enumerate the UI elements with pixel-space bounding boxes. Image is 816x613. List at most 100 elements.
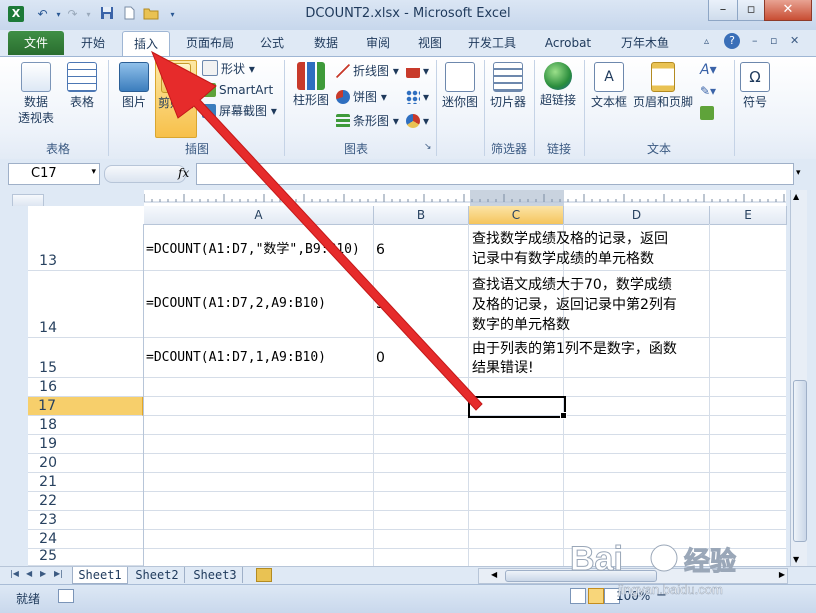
sparkline-button[interactable]: 迷你图	[440, 62, 480, 110]
column-header-c[interactable]: C	[469, 206, 564, 225]
vertical-scrollbar[interactable]: ▲ ▼	[790, 190, 807, 566]
row-header[interactable]: 23	[28, 511, 143, 530]
close-button[interactable]: ✕	[764, 0, 812, 21]
macro-record-icon[interactable]	[58, 589, 74, 603]
row-header[interactable]: 15	[28, 338, 143, 378]
minimize-button[interactable]: –	[708, 0, 738, 21]
cell-a13[interactable]: =DCOUNT(A1:D7,"数学",B9:B10)	[146, 240, 360, 260]
row-header[interactable]: 18	[28, 416, 143, 435]
insert-sheet-icon[interactable]	[256, 568, 272, 582]
other-charts-button[interactable]: ▾	[406, 112, 429, 130]
tab-insert[interactable]: 插入	[122, 31, 170, 57]
header-footer-icon	[651, 62, 675, 92]
minimize-ribbon-icon[interactable]: ▵	[704, 36, 709, 47]
row-header[interactable]: 24	[28, 530, 143, 549]
row-header[interactable]: 22	[28, 492, 143, 511]
formula-input[interactable]	[196, 163, 794, 185]
tab-wannianmuyu[interactable]: 万年木鱼	[610, 31, 680, 55]
restore-button[interactable]: ▫	[737, 0, 765, 21]
tab-formulas[interactable]: 公式	[250, 31, 294, 55]
header-footer-button[interactable]: 页眉和页脚	[632, 62, 694, 110]
workbook-close-icon[interactable]: ✕	[790, 34, 799, 47]
last-sheet-icon[interactable]: ▶|	[54, 569, 63, 578]
cell-c13-line1[interactable]: 查找数学成绩及格的记录，返回	[472, 229, 668, 249]
column-header-b[interactable]: B	[374, 206, 469, 225]
cell-c15-line1[interactable]: 由于列表的第1列不是数字，函数	[472, 339, 677, 359]
hyperlink-button[interactable]: 超链接	[536, 62, 580, 108]
name-box[interactable]: C17 ▾	[8, 163, 100, 185]
bar-chart-button[interactable]: 条形图 ▾	[336, 112, 399, 130]
cell-c15-line2[interactable]: 结果错误!	[472, 358, 534, 378]
charts-dialog-launcher-icon[interactable]: ↘	[424, 142, 432, 152]
pie-chart-button[interactable]: 饼图 ▾	[336, 88, 387, 106]
column-header-d[interactable]: D	[564, 206, 710, 225]
tab-developer[interactable]: 开发工具	[460, 31, 524, 55]
tab-page-layout[interactable]: 页面布局	[178, 31, 242, 55]
cell-c14-line2[interactable]: 及格的记录，返回记录中第2列有	[472, 295, 677, 315]
cell-c13-line2[interactable]: 记录中有数学成绩的单元格数	[472, 249, 654, 269]
tab-review[interactable]: 审阅	[356, 31, 400, 55]
row-header[interactable]: 25	[28, 548, 143, 566]
expand-formula-icon[interactable]: ▾	[796, 168, 801, 178]
row-header[interactable]: 16	[28, 378, 143, 397]
tab-home[interactable]: 开始	[72, 31, 114, 55]
row-header[interactable]: 14	[28, 271, 143, 338]
cell-a14[interactable]: =DCOUNT(A1:D7,2,A9:B10)	[146, 294, 326, 314]
help-icon[interactable]: ?	[724, 33, 740, 49]
clipart-button[interactable]: 剪贴画	[155, 60, 197, 138]
textbox-button[interactable]: A 文本框	[588, 62, 630, 110]
pivot-table-button[interactable]: 数据 透视表	[10, 62, 62, 126]
screenshot-button[interactable]: 屏幕截图 ▾	[202, 102, 277, 120]
scatter-chart-button[interactable]: ▾	[406, 88, 429, 106]
prev-sheet-icon[interactable]: ◀	[26, 569, 32, 578]
row-header[interactable]: 20	[28, 454, 143, 473]
shapes-icon	[202, 60, 218, 76]
scroll-thumb[interactable]	[793, 380, 807, 542]
cell-b13[interactable]: 6	[376, 240, 385, 260]
fill-handle[interactable]	[560, 412, 567, 419]
object-icon[interactable]	[700, 106, 714, 120]
sheet-tab-sheet1[interactable]: Sheet1	[72, 567, 128, 584]
formula-bar-splitter[interactable]	[104, 165, 186, 183]
column-header-e[interactable]: E	[710, 206, 787, 225]
row-header-selected[interactable]: 17	[28, 397, 143, 416]
slicer-icon	[493, 62, 523, 92]
column-header-a[interactable]: A	[144, 206, 374, 225]
tab-data[interactable]: 数据	[304, 31, 348, 55]
hscroll-left-icon[interactable]: ◀	[491, 570, 497, 579]
scroll-down-icon[interactable]: ▼	[793, 555, 799, 564]
cell-c14-line1[interactable]: 查找语文成绩大于70，数学成绩	[472, 275, 672, 295]
line-chart-button[interactable]: 折线图 ▾	[336, 62, 399, 80]
row-header[interactable]: 13	[28, 224, 143, 271]
shapes-button[interactable]: 形状 ▾	[202, 60, 255, 78]
tab-file[interactable]: 文件	[8, 31, 64, 55]
sheet-tab-sheet3[interactable]: Sheet3	[188, 567, 243, 583]
name-box-dropdown-icon[interactable]: ▾	[91, 167, 96, 177]
wordart-icon[interactable]: A▾	[700, 62, 717, 78]
signature-line-icon[interactable]: ✎▾	[700, 84, 716, 98]
cell-a15[interactable]: =DCOUNT(A1:D7,1,A9:B10)	[146, 348, 326, 368]
tab-acrobat[interactable]: Acrobat	[536, 31, 600, 55]
picture-button[interactable]: 图片	[114, 62, 154, 110]
column-chart-button[interactable]: 柱形图	[290, 62, 332, 108]
scroll-up-icon[interactable]: ▲	[793, 192, 799, 201]
next-sheet-icon[interactable]: ▶	[40, 569, 46, 578]
first-sheet-icon[interactable]: |◀	[10, 569, 19, 578]
workbook-restore-icon[interactable]: ▫	[770, 34, 777, 47]
cell-c14-line3[interactable]: 数字的单元格数	[472, 315, 570, 335]
tab-view[interactable]: 视图	[408, 31, 452, 55]
slicer-button[interactable]: 切片器	[486, 62, 530, 110]
table-button[interactable]: 表格	[62, 62, 102, 110]
row-header[interactable]: 21	[28, 473, 143, 492]
smartart-button[interactable]: SmartArt	[202, 81, 273, 99]
sheet-tab-sheet2[interactable]: Sheet2	[130, 567, 185, 583]
row-header[interactable]: 19	[28, 435, 143, 454]
cell-b15[interactable]: 0	[376, 348, 385, 368]
workbook-minimize-icon[interactable]: –	[752, 34, 758, 47]
selected-cell-c17[interactable]	[468, 396, 566, 418]
cell-b14[interactable]: 5	[376, 294, 385, 314]
omega-icon: Ω	[740, 62, 770, 92]
insert-function-icon[interactable]: fx	[178, 166, 189, 180]
area-chart-button[interactable]: ▾	[406, 62, 429, 80]
symbol-button[interactable]: Ω 符号	[738, 62, 772, 110]
